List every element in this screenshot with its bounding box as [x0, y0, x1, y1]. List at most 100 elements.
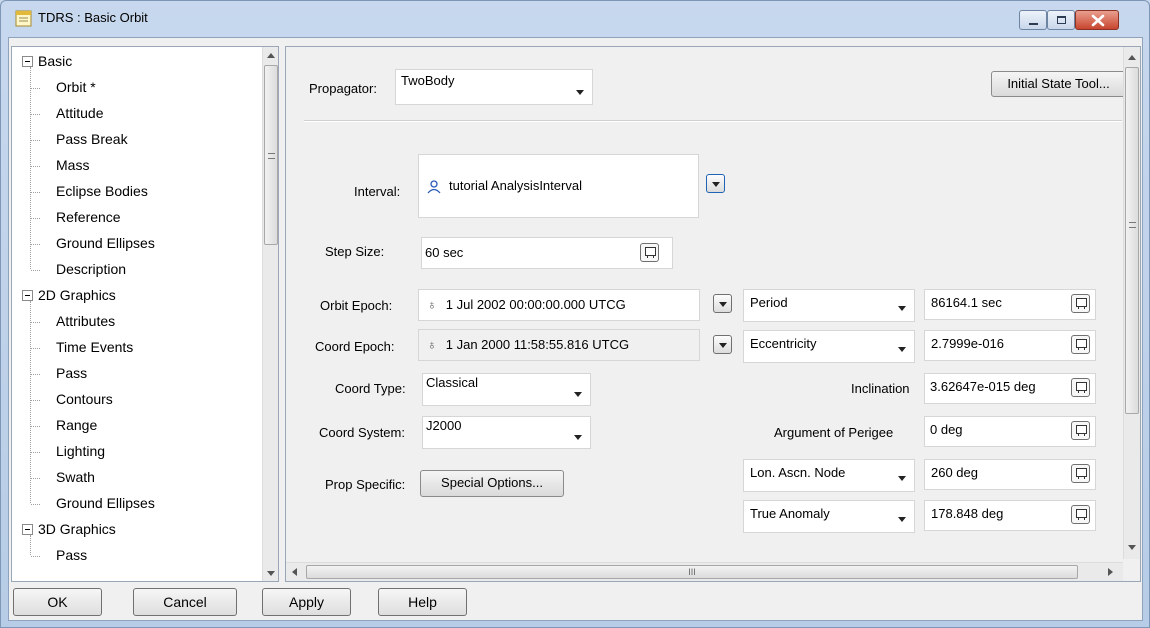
eccentricity-unit-icon[interactable]: [1071, 335, 1090, 354]
close-button[interactable]: [1075, 10, 1119, 30]
tree-item[interactable]: Range: [56, 413, 97, 437]
title-bar[interactable]: TDRS : Basic Orbit: [1, 1, 1149, 37]
tree-item[interactable]: Attributes: [56, 309, 115, 333]
interval-field[interactable]: tutorial AnalysisInterval: [418, 154, 699, 218]
period-label: Period: [750, 295, 788, 310]
inclination-value: 3.62647e-015 deg: [930, 379, 1036, 394]
special-options-button[interactable]: Special Options...: [420, 470, 564, 497]
orbit-epoch-dropdown-button[interactable]: [713, 294, 732, 313]
scroll-down-icon[interactable]: [1128, 545, 1136, 550]
tree-item[interactable]: Pass: [56, 361, 87, 385]
lon-ascn-node-unit-icon[interactable]: [1071, 464, 1090, 483]
tree-item[interactable]: Eclipse Bodies: [56, 179, 148, 203]
step-size-unit-icon[interactable]: [640, 243, 659, 262]
tree-connector: [31, 140, 40, 141]
maximize-icon: [1057, 16, 1066, 24]
help-button[interactable]: Help: [378, 588, 467, 616]
tree-item[interactable]: Attitude: [56, 101, 103, 125]
interval-label: Interval:: [354, 184, 401, 199]
coord-epoch-dropdown-button[interactable]: [713, 335, 732, 354]
lon-ascn-node-select[interactable]: Lon. Ascn. Node: [743, 459, 915, 492]
true-anomaly-select[interactable]: True Anomaly: [743, 500, 915, 533]
dialog-client: Basic Orbit * Attitude Pass Break Mass Eclips…: [8, 37, 1143, 621]
collapse-icon[interactable]: [22, 56, 33, 67]
period-value: 86164.1 sec: [931, 295, 1002, 310]
eccentricity-label: Eccentricity: [750, 336, 817, 351]
chevron-down-icon: [898, 347, 906, 352]
propagator-value: TwoBody: [401, 73, 455, 88]
coord-type-select[interactable]: Classical: [422, 373, 591, 406]
tree-connector: [31, 504, 40, 505]
tree-group[interactable]: 2D Graphics: [38, 283, 116, 307]
cancel-button[interactable]: Cancel: [133, 588, 237, 616]
collapse-icon[interactable]: [22, 290, 33, 301]
chevron-down-icon: [898, 306, 906, 311]
coord-system-select[interactable]: J2000: [422, 416, 591, 449]
panel-vertical-scrollbar[interactable]: [1123, 47, 1140, 559]
panel-horizontal-scrollbar[interactable]: III: [286, 562, 1123, 581]
tree-item[interactable]: Reference: [56, 205, 121, 229]
argument-of-perigee-unit-icon[interactable]: [1071, 421, 1090, 440]
scroll-up-icon[interactable]: [267, 53, 275, 58]
tree-connector: [31, 88, 40, 89]
interval-icon: [427, 179, 441, 194]
propagator-label: Propagator:: [309, 81, 377, 96]
tree-item[interactable]: Mass: [56, 153, 89, 177]
tree-connector: [31, 348, 40, 349]
orbit-epoch-field[interactable]: ♁ 1 Jul 2002 00:00:00.000 UTCG: [418, 289, 700, 321]
maximize-button[interactable]: [1047, 10, 1075, 30]
tree-item[interactable]: Ground Ellipses: [56, 231, 155, 255]
tree-connector: [30, 535, 31, 555]
true-anomaly-value: 178.848 deg: [931, 506, 1004, 521]
tree-item[interactable]: Description: [56, 257, 126, 281]
scroll-right-icon[interactable]: [1108, 568, 1113, 576]
scroll-up-icon[interactable]: [1128, 55, 1136, 60]
initial-state-tool-button[interactable]: Initial State Tool...: [991, 71, 1126, 97]
scroll-down-icon[interactable]: [267, 571, 275, 576]
eccentricity-select[interactable]: Eccentricity: [743, 330, 915, 363]
minimize-icon: [1029, 23, 1038, 25]
coord-epoch-field[interactable]: ♁ 1 Jan 2000 11:58:55.816 UTCG: [418, 329, 700, 361]
tree-item[interactable]: Ground Ellipses: [56, 491, 155, 515]
tree-connector: [30, 301, 31, 503]
tree-group[interactable]: Basic: [38, 49, 72, 73]
tree-item[interactable]: Swath: [56, 465, 95, 489]
tree-item[interactable]: Lighting: [56, 439, 105, 463]
tree-connector: [31, 556, 40, 557]
ok-button[interactable]: OK: [13, 588, 102, 616]
tree-item[interactable]: Pass Break: [56, 127, 128, 151]
scroll-left-icon[interactable]: [292, 568, 297, 576]
step-size-field[interactable]: 60 sec: [421, 237, 673, 269]
true-anomaly-unit-icon[interactable]: [1071, 505, 1090, 524]
tree-group[interactable]: 3D Graphics: [38, 517, 116, 541]
interval-dropdown-button[interactable]: [706, 174, 725, 193]
apply-button[interactable]: Apply: [262, 588, 351, 616]
panel-horizontal-scroll-thumb[interactable]: III: [306, 565, 1078, 579]
collapse-icon[interactable]: [22, 524, 33, 535]
scroll-grip-icon: III: [688, 567, 696, 577]
inclination-unit-icon[interactable]: [1071, 378, 1090, 397]
period-unit-icon[interactable]: [1071, 294, 1090, 313]
tree-connector: [31, 400, 40, 401]
tree-item[interactable]: Pass: [56, 543, 87, 567]
tree-scrollbar[interactable]: [262, 47, 278, 581]
panel-vertical-scroll-thumb[interactable]: [1125, 67, 1139, 414]
tree-connector: [30, 67, 31, 269]
argument-of-perigee-value: 0 deg: [930, 422, 963, 437]
tree-connector: [31, 218, 40, 219]
tree-item[interactable]: Time Events: [56, 335, 133, 359]
scroll-grip-icon: [1129, 222, 1136, 228]
minimize-button[interactable]: [1019, 10, 1047, 30]
tree-item[interactable]: Orbit *: [56, 75, 96, 99]
category-tree[interactable]: Basic Orbit * Attitude Pass Break Mass Eclips…: [11, 46, 279, 582]
step-size-label: Step Size:: [325, 244, 385, 259]
propagator-select[interactable]: TwoBody: [395, 69, 593, 105]
properties-window: TDRS : Basic Orbit Basic Orbit * Attitude P…: [0, 0, 1150, 628]
coord-epoch-value: 1 Jan 2000 11:58:55.816 UTCG: [445, 337, 630, 352]
lon-ascn-node-label: Lon. Ascn. Node: [750, 465, 846, 480]
tree-connector: [31, 452, 40, 453]
tree-item[interactable]: Contours: [56, 387, 113, 411]
epoch-icon: ♁: [427, 337, 437, 352]
period-select[interactable]: Period: [743, 289, 915, 322]
orbit-epoch-value: 1 Jul 2002 00:00:00.000 UTCG: [445, 297, 626, 312]
